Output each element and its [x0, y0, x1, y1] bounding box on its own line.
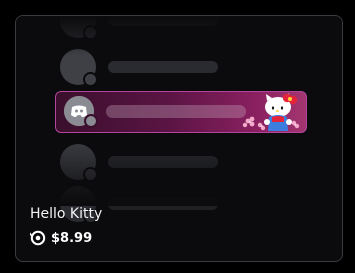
status-dot [84, 114, 98, 128]
placeholder-name-bar [108, 198, 218, 210]
status-dot [83, 72, 98, 87]
placeholder-member-row [60, 49, 310, 87]
placeholder-avatar [60, 144, 98, 182]
item-price: $8.99 [30, 230, 92, 246]
hello-kitty-icon [242, 93, 300, 131]
placeholder-name-bar [108, 16, 218, 26]
status-dot [83, 167, 98, 182]
placeholder-avatar [60, 49, 98, 87]
placeholder-name-bar [108, 61, 218, 73]
price-value: $8.99 [51, 230, 93, 246]
status-dot [83, 25, 98, 40]
item-name: Hello Kitty [30, 206, 103, 222]
shop-item-card[interactable]: Hello Kitty $8.99 [15, 15, 343, 262]
orb-icon [30, 230, 46, 246]
placeholder-member-row [60, 16, 310, 40]
placeholder-name-bar [108, 156, 218, 168]
featured-nameplate-preview [55, 91, 307, 133]
placeholder-member-row [60, 144, 310, 182]
placeholder-name-bar [106, 105, 246, 118]
profile-preview [16, 16, 342, 224]
placeholder-avatar [60, 16, 98, 40]
